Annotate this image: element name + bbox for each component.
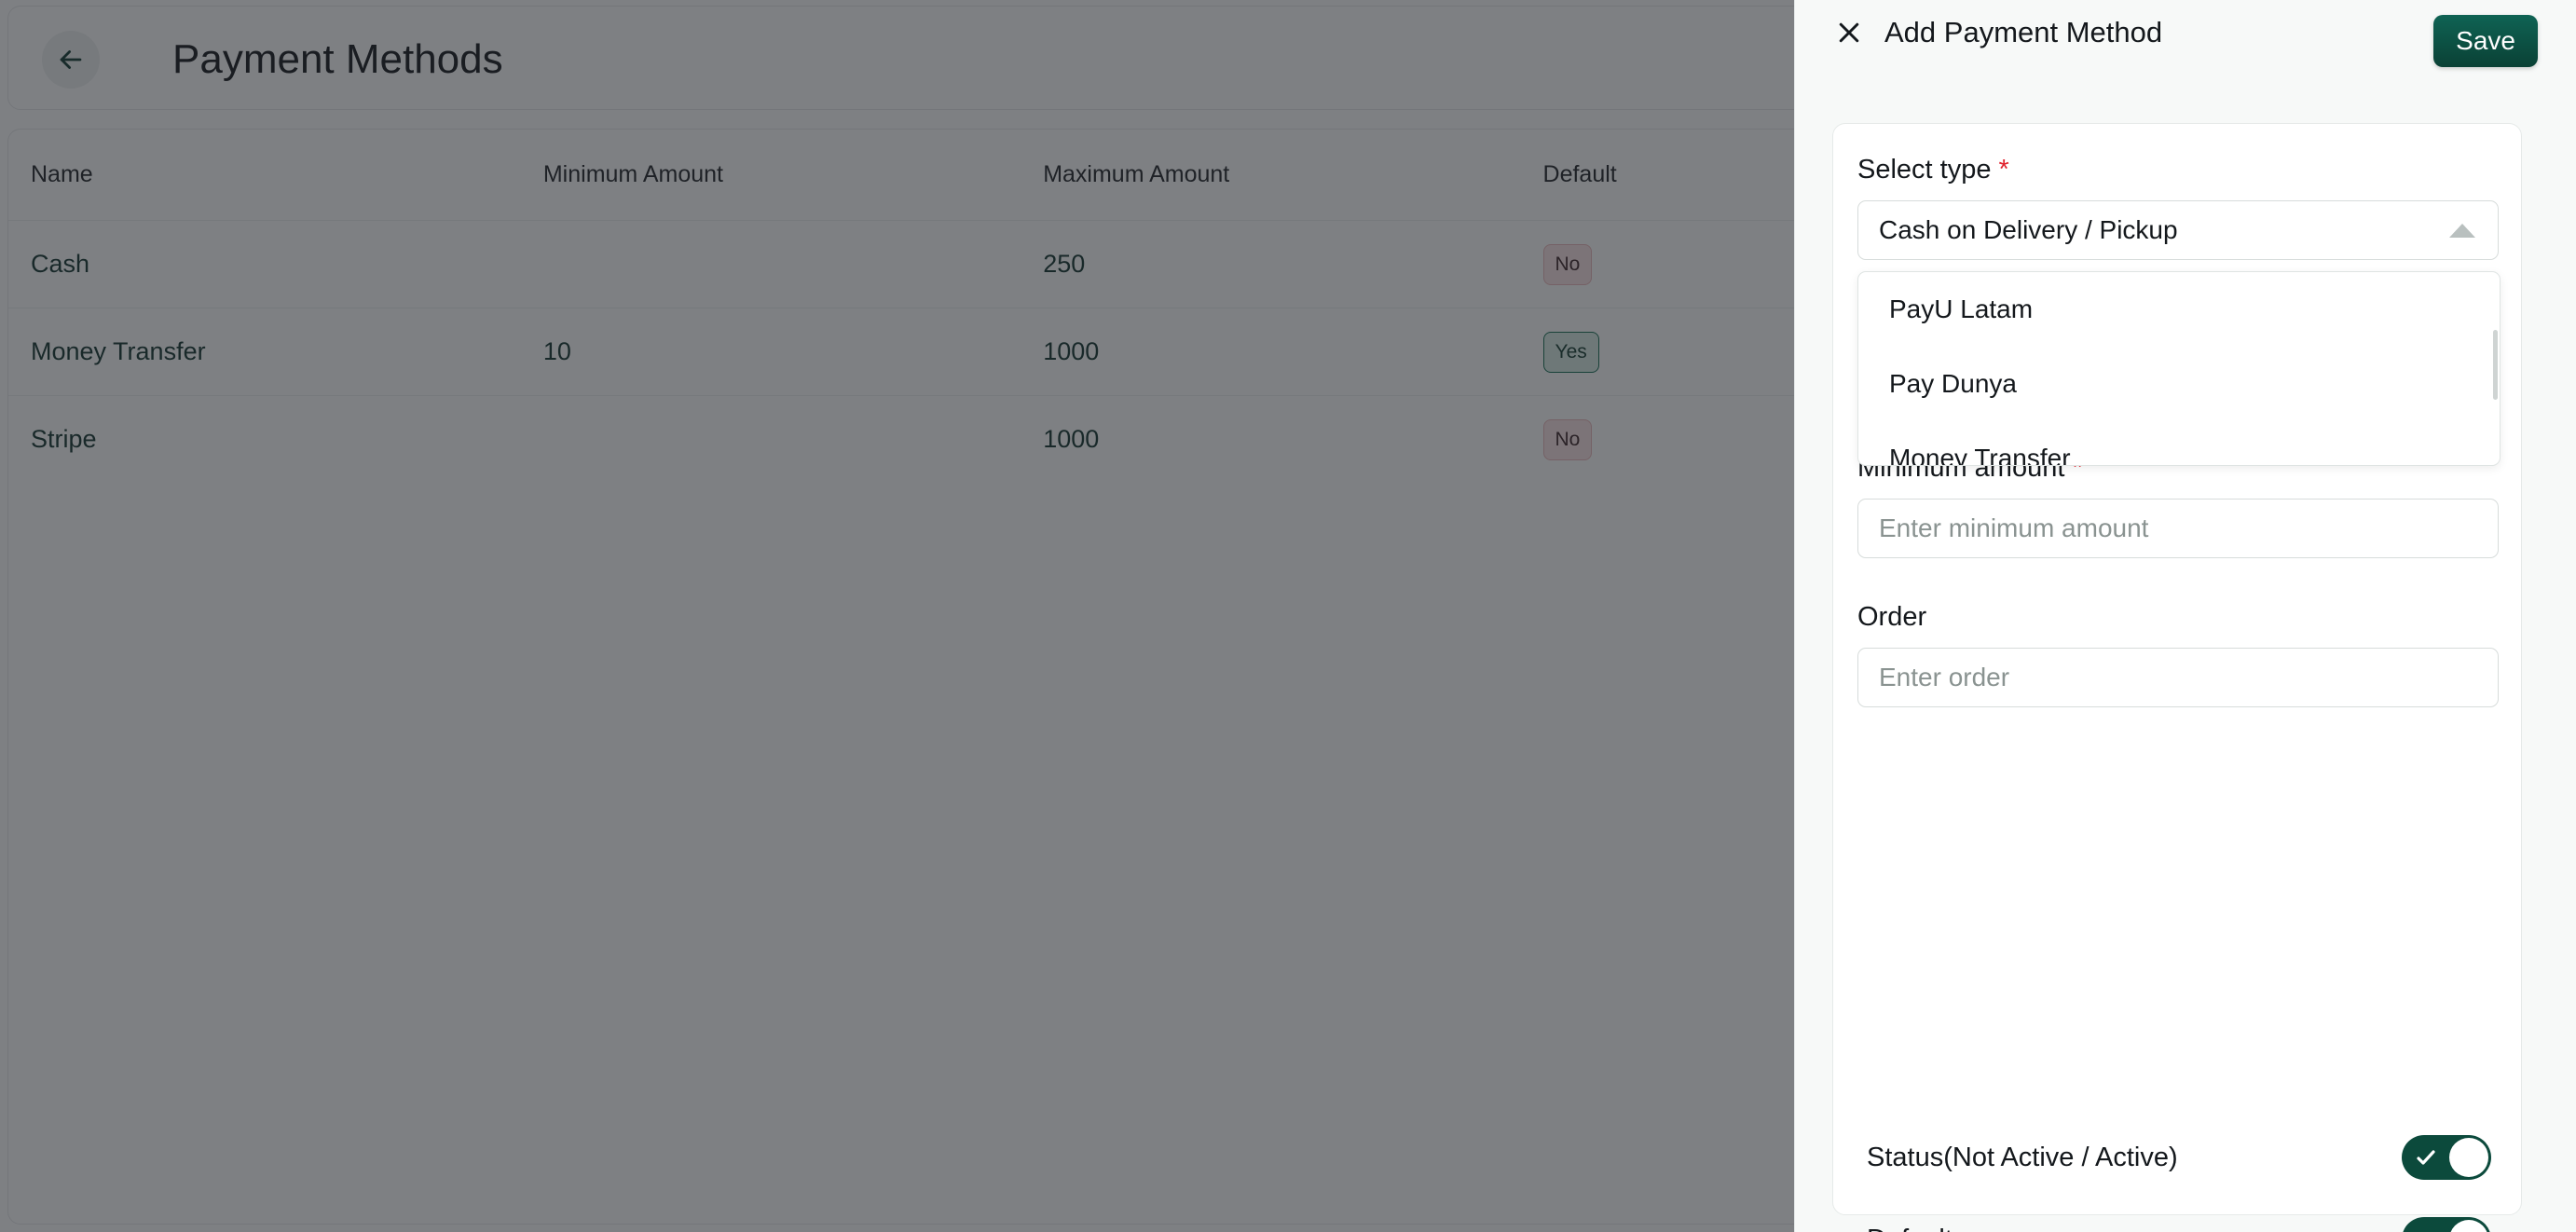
label-status: Status(Not Active / Active) xyxy=(1867,1142,2178,1172)
add-payment-method-panel: Add Payment Method Save Select type * Ca… xyxy=(1794,0,2576,1232)
options-scrollbar[interactable] xyxy=(2493,330,2498,400)
save-button[interactable]: Save xyxy=(2433,15,2538,67)
minimum-amount-input[interactable] xyxy=(1857,499,2499,558)
status-badge: Yes xyxy=(1542,331,1599,373)
select-type-dropdown[interactable]: Cash on Delivery / Pickup xyxy=(1857,200,2499,260)
field-order: Order xyxy=(1857,599,2499,707)
panel-form-card: Select type * Cash on Delivery / Pickup … xyxy=(1832,123,2522,1232)
option-pay-dunya[interactable]: Pay Dunya xyxy=(1858,347,2500,421)
check-icon xyxy=(2415,1228,2437,1232)
close-icon[interactable] xyxy=(1831,15,1867,50)
caret-up-icon xyxy=(2449,223,2475,238)
select-type-value: Cash on Delivery / Pickup xyxy=(1879,215,2178,244)
option-payu-latam[interactable]: PayU Latam xyxy=(1858,272,2500,347)
cell-name[interactable]: Stripe xyxy=(8,395,543,484)
status-badge: No xyxy=(1542,418,1593,460)
cell-name[interactable]: Cash xyxy=(8,220,543,308)
row-default-toggle: Default xyxy=(1867,1217,2491,1232)
field-minimum-amount: Minimum amount * xyxy=(1857,450,2499,558)
back-button[interactable] xyxy=(42,31,100,89)
required-asterisk: * xyxy=(1998,155,2009,185)
cell-maximum-amount: 1000 xyxy=(1043,395,1543,484)
order-input[interactable] xyxy=(1857,648,2499,707)
arrow-left-icon xyxy=(55,44,87,75)
cell-maximum-amount: 250 xyxy=(1043,220,1543,308)
column-header-maximum-amount: Maximum Amount xyxy=(1043,161,1230,187)
cell-minimum-amount xyxy=(542,395,1044,484)
select-type-options-list[interactable]: PayU Latam Pay Dunya Money Transfer Bill… xyxy=(1857,271,2501,466)
toggle-knob xyxy=(2449,1220,2488,1232)
status-toggle[interactable] xyxy=(2402,1135,2491,1180)
cell-minimum-amount: 10 xyxy=(542,308,1044,396)
panel-title: Add Payment Method xyxy=(1884,16,2163,48)
cell-name[interactable]: Money Transfer xyxy=(8,308,543,396)
app-root: Payment Methods Name Minimum Amount Maxi… xyxy=(0,0,2576,1232)
label-default: Default xyxy=(1867,1225,1953,1232)
cell-minimum-amount xyxy=(542,220,1044,308)
toggle-knob xyxy=(2449,1138,2488,1177)
page-title: Payment Methods xyxy=(172,36,503,82)
default-toggle[interactable] xyxy=(2402,1217,2491,1232)
check-icon xyxy=(2415,1146,2437,1169)
label-order: Order xyxy=(1857,602,1927,632)
cell-maximum-amount: 1000 xyxy=(1043,308,1543,396)
column-header-minimum-amount: Minimum Amount xyxy=(542,161,723,187)
column-header-name: Name xyxy=(31,161,93,187)
option-money-transfer[interactable]: Money Transfer xyxy=(1858,421,2500,465)
panel-header: Add Payment Method Save xyxy=(1795,0,2576,114)
status-badge: No xyxy=(1542,243,1593,285)
row-status-toggle: Status(Not Active / Active) xyxy=(1867,1135,2491,1180)
field-select-type: Select type * Cash on Delivery / Pickup xyxy=(1857,152,2499,260)
label-select-type: Select type * xyxy=(1857,155,2009,185)
